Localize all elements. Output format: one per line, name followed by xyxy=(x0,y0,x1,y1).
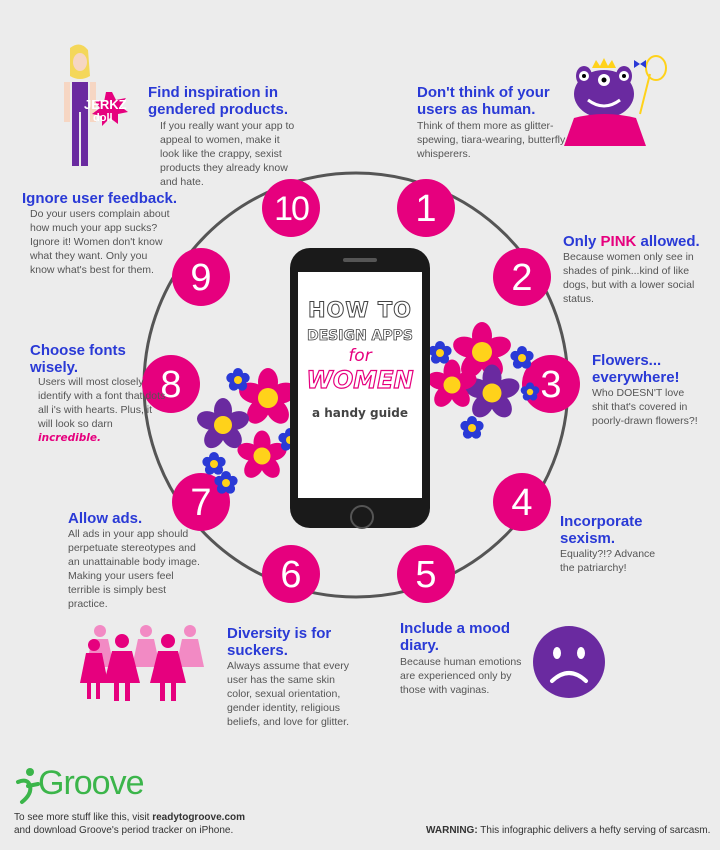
warning-text: This infographic delivers a hefty servin… xyxy=(477,825,711,836)
doll-label-2: doll xyxy=(93,112,113,124)
phone-title-line2: DESIGN APPS xyxy=(307,328,414,345)
sad-face-icon xyxy=(533,626,605,698)
phone-title-line4: WOMEN xyxy=(306,365,414,394)
tip-8-body: Users will most closely identify with a … xyxy=(38,375,168,445)
phone-subtitle: a handy guide xyxy=(311,406,409,420)
tip-5-title: Include a mood diary. xyxy=(400,620,511,654)
tip-4-title: Incorporate sexism. xyxy=(560,513,643,547)
doll-label-1: JERKZ xyxy=(84,97,127,112)
footer-line-1-text: To see more stuff like this, visit xyxy=(14,812,153,823)
phone-title-line3: for xyxy=(348,346,372,366)
tip-9-body: Do your users complain about how much yo… xyxy=(30,208,170,276)
groove-brand: Groove xyxy=(38,764,144,802)
phone-home-button xyxy=(350,505,374,529)
tip-8-fancy-word: incredible. xyxy=(38,432,101,444)
tip-8-body-text: Users will most closely identify with a … xyxy=(38,376,166,430)
tip-2-body: Because women only see in shades of pink… xyxy=(563,251,695,305)
women-figures-illustration xyxy=(80,625,204,701)
tip-7-title: Allow ads. xyxy=(68,510,143,527)
tip-2-title-pink: PINK xyxy=(600,233,637,250)
tip-2-title-post: allowed. xyxy=(636,233,700,250)
tip-9-title: Ignore user feedback. xyxy=(22,190,178,207)
tip-10-body: If you really want your app to appeal to… xyxy=(160,120,295,188)
tip-7-body: All ads in your app should perpetuate st… xyxy=(68,528,200,610)
tip-6-body: Always assume that every user has the sa… xyxy=(227,660,349,728)
tip-10-title: Find inspiration in gendered products. xyxy=(148,84,289,118)
footer-line-1: To see more stuff like this, visit ready… xyxy=(14,812,245,823)
tip-3-title: Flowers... everywhere! xyxy=(592,352,680,386)
footer-line-2: and download Groove's period tracker on … xyxy=(14,825,234,836)
footer-link[interactable]: readytogroove.com xyxy=(152,812,245,823)
tip-8-title: Choose fonts wisely. xyxy=(30,342,126,376)
monster-illustration xyxy=(564,55,667,146)
tip-3-body: Who DOESN'T love shit that's covered in … xyxy=(592,387,698,427)
tip-6-title: Diversity is for suckers. xyxy=(227,625,332,659)
phone-title-line1: HOW TO xyxy=(307,298,413,323)
tip-2-title: Only PINK allowed. xyxy=(563,233,713,250)
warning-label: WARNING: xyxy=(426,825,478,836)
warning-note: WARNING: This infographic delivers a hef… xyxy=(426,825,710,836)
tip-2-title-pre: Only xyxy=(563,233,601,250)
tip-1-body: Think of them more as glitter-spewing, t… xyxy=(417,120,566,160)
tip-1-title: Don't think of your users as human. xyxy=(417,84,550,118)
tip-5-body: Because human emotions are experienced o… xyxy=(400,656,522,696)
phone-screen: HOW TO DESIGN APPS for WOMEN a handy gui… xyxy=(298,272,422,498)
tip-4-body: Equality?!? Advance the patriarchy! xyxy=(560,548,656,574)
phone-speaker xyxy=(343,258,377,262)
